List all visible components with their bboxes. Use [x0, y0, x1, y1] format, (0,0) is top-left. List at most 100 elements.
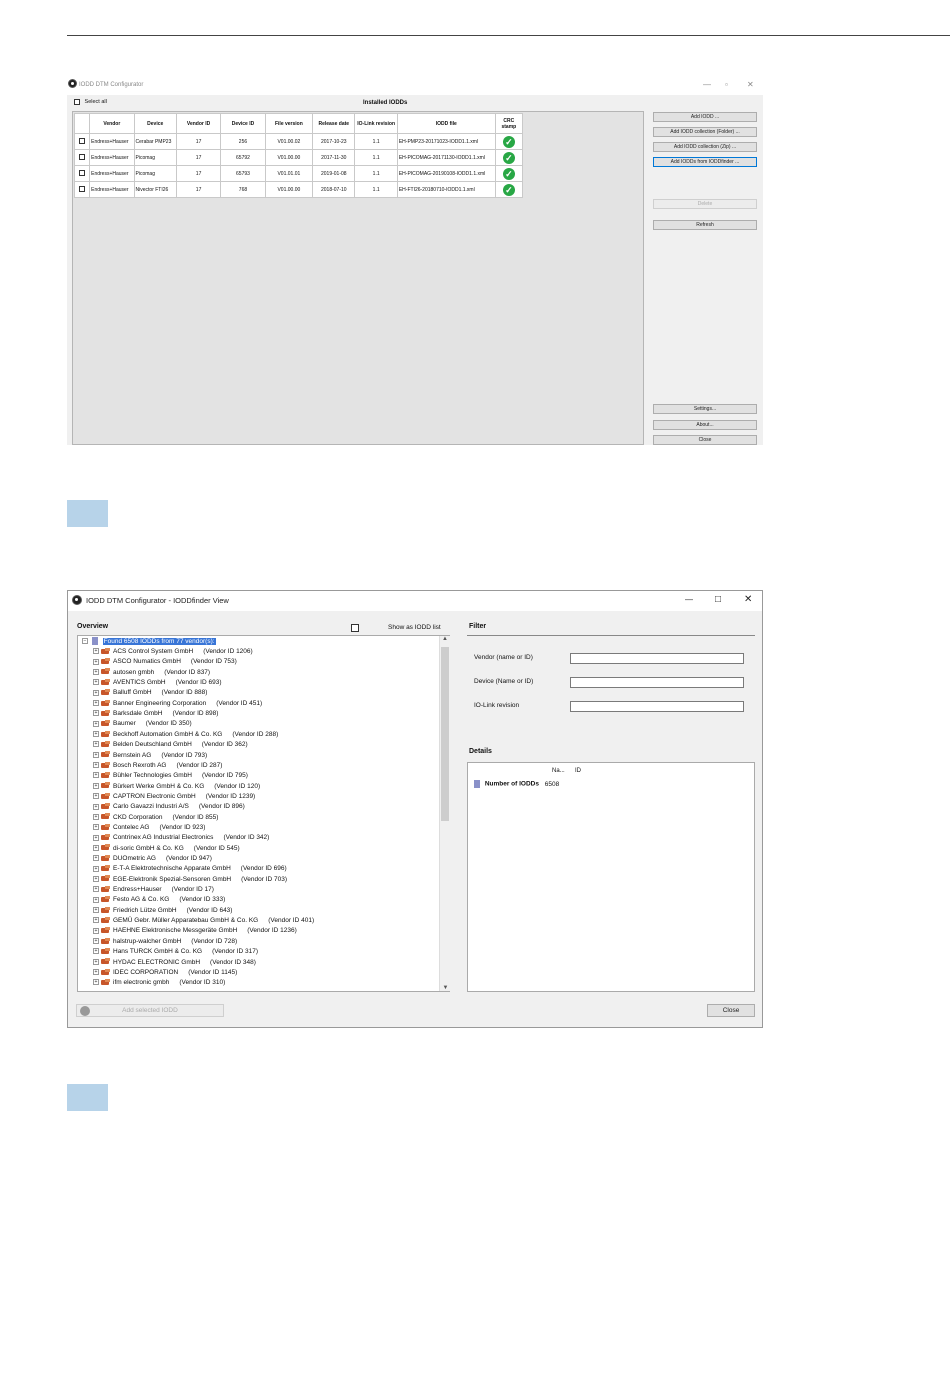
expand-icon[interactable]: + [93, 751, 99, 758]
expand-icon[interactable]: + [93, 855, 99, 862]
details-col-name[interactable]: Na... [552, 768, 565, 774]
vendor-tree-item[interactable]: + Contelec AG (Vendor ID 923) [93, 823, 205, 833]
delete-button[interactable]: Delete [653, 199, 757, 209]
col-header-vendor-id[interactable]: Vendor ID [175, 113, 222, 134]
vendor-tree-item[interactable]: + Belden Deutschland GmbH (Vendor ID 362) [93, 740, 248, 750]
vendor-tree-item[interactable]: + ifm electronic gmbh (Vendor ID 310) [93, 978, 225, 988]
add-iodd-button[interactable]: Add IODD ... [653, 112, 757, 122]
close-icon[interactable]: ✕ [747, 80, 754, 89]
col-header-crc-stamp[interactable]: CRC stamp [494, 113, 524, 134]
expand-icon[interactable]: + [93, 782, 99, 789]
select-all-checkbox-row[interactable]: Select all [74, 99, 107, 105]
vendor-tree-item[interactable]: + CKD Corporation (Vendor ID 855) [93, 813, 218, 823]
table-row[interactable]: Endress+Hauser Picomag 17 65792 V01.00.0… [73, 149, 524, 166]
expand-icon[interactable]: + [93, 979, 99, 986]
vendor-tree-item[interactable]: + Contrinex AG Industrial Electronics (Ven… [93, 833, 269, 843]
expand-icon[interactable]: + [93, 648, 99, 655]
table-row[interactable]: Endress+Hauser Cerabar PMP23 17 256 V01.… [73, 133, 524, 150]
vendor-tree-item[interactable]: + Bosch Rexroth AG (Vendor ID 287) [93, 761, 222, 771]
refresh-button[interactable]: Refresh [653, 220, 757, 230]
row-checkbox[interactable] [79, 170, 86, 177]
expand-icon[interactable]: + [93, 969, 99, 976]
table-row[interactable]: Endress+Hauser Nivector FTI26 17 768 V01… [73, 181, 524, 198]
expand-icon[interactable]: + [93, 927, 99, 934]
vendor-tree-item[interactable]: + DUOmetric AG (Vendor ID 947) [93, 854, 212, 864]
vendor-tree-item[interactable]: + Festo AG & Co. KG (Vendor ID 333) [93, 895, 225, 905]
expand-icon[interactable]: + [93, 710, 99, 717]
expand-icon[interactable]: + [93, 741, 99, 748]
expand-icon[interactable]: + [93, 875, 99, 882]
minimize-icon[interactable]: — [685, 595, 693, 604]
vendor-tree-item[interactable]: + Bühler Technologies GmbH (Vendor ID 795) [93, 771, 248, 781]
expand-icon[interactable]: + [93, 886, 99, 893]
vendor-tree-item[interactable]: + AVENTICS GmbH (Vendor ID 693) [93, 678, 222, 688]
row-checkbox[interactable] [79, 138, 86, 145]
maximize-icon[interactable]: ▫ [725, 80, 728, 89]
expand-icon[interactable]: + [93, 844, 99, 851]
vendor-tree-item[interactable]: + Barksdale GmbH (Vendor ID 898) [93, 709, 218, 719]
expand-icon[interactable]: + [93, 803, 99, 810]
vendor-tree-item[interactable]: + HAEHNE Elektronische Messgeräte GmbH (Ve… [93, 926, 297, 936]
add-from-ioddfinder-button[interactable]: Add IODDs from IODDfinder ... [653, 157, 757, 167]
vendor-tree-item[interactable]: + Bürkert Werke GmbH & Co. KG (Vendor ID 1… [93, 782, 260, 792]
expand-icon[interactable]: + [93, 689, 99, 696]
vendor-tree-item[interactable]: + Beckhoff Automation GmbH & Co. KG (Vendo… [93, 730, 278, 740]
expand-icon[interactable]: + [93, 917, 99, 924]
vendor-tree-item[interactable]: + Friedrich Lütze GmbH (Vendor ID 643) [93, 906, 232, 916]
expand-icon[interactable]: + [93, 948, 99, 955]
expand-icon[interactable]: + [93, 679, 99, 686]
vendor-tree-item[interactable]: + autosen gmbh (Vendor ID 837) [93, 668, 210, 678]
expand-icon[interactable]: + [93, 720, 99, 727]
close-button[interactable]: Close [653, 435, 757, 445]
row-checkbox[interactable] [79, 154, 86, 161]
expand-icon[interactable]: + [93, 834, 99, 841]
about-button[interactable]: About... [653, 420, 757, 430]
tree-scrollbar[interactable]: ▲ ▼ [439, 636, 450, 991]
expand-icon[interactable]: + [93, 731, 99, 738]
col-header-iodd-file[interactable]: IODD file [396, 113, 496, 134]
vendor-tree-item[interactable]: + Bernstein AG (Vendor ID 793) [93, 751, 207, 761]
expand-icon[interactable]: + [93, 907, 99, 914]
expand-icon[interactable]: + [93, 793, 99, 800]
expand-icon[interactable]: + [93, 824, 99, 831]
col-header-device[interactable]: Device [133, 113, 177, 134]
details-col-id[interactable]: ID [575, 768, 581, 774]
table-row[interactable]: Endress+Hauser Picomag 17 65793 V01.01.0… [73, 165, 524, 182]
expand-icon[interactable]: + [93, 762, 99, 769]
iolink-revision-filter-input[interactable] [570, 701, 744, 712]
row-checkbox[interactable] [79, 186, 86, 193]
col-header-vendor[interactable]: Vendor [89, 113, 135, 134]
add-zip-collection-button[interactable]: Add IODD collection (Zip) ... [653, 142, 757, 152]
expand-icon[interactable]: + [93, 938, 99, 945]
vendor-tree-item[interactable]: + di-soric GmbH & Co. KG (Vendor ID 545) [93, 844, 240, 854]
expand-icon[interactable]: + [93, 813, 99, 820]
vendor-tree-item[interactable]: + Carlo Gavazzi Industri A/S (Vendor ID 89… [93, 802, 245, 812]
expand-icon[interactable]: + [93, 896, 99, 903]
close-button[interactable]: Close [707, 1004, 755, 1017]
collapse-icon[interactable]: − [82, 638, 88, 645]
close-icon[interactable]: ✕ [744, 594, 752, 605]
vendor-tree-item[interactable]: + Baumer (Vendor ID 350) [93, 719, 192, 729]
vendor-tree-item[interactable]: + Endress+Hauser (Vendor ID 17) [93, 885, 214, 895]
maximize-icon[interactable]: □ [715, 594, 721, 605]
vendor-tree-item[interactable]: + HYDAC ELECTRONIC GmbH (Vendor ID 348) [93, 958, 256, 968]
vendor-tree-item[interactable]: + Banner Engineering Corporation (Vendor I… [93, 699, 262, 709]
col-header-iolink-revision[interactable]: IO-Link revision [354, 113, 398, 134]
vendor-tree-item[interactable]: + E-T-A Elektrotechnische Apparate GmbH (V… [93, 864, 287, 874]
col-header-release-date[interactable]: Release date [312, 113, 356, 134]
tree-root[interactable]: − Found 6508 IODDs from 77 vendor(s): [82, 637, 216, 647]
expand-icon[interactable]: + [93, 658, 99, 665]
expand-icon[interactable]: + [93, 865, 99, 872]
vendor-tree-item[interactable]: + halstrup-walcher GmbH (Vendor ID 728) [93, 937, 237, 947]
expand-icon[interactable]: + [93, 772, 99, 779]
expand-icon[interactable]: + [93, 668, 99, 675]
col-header-device-id[interactable]: Device ID [220, 113, 266, 134]
scroll-up-icon[interactable]: ▲ [440, 636, 450, 642]
add-folder-collection-button[interactable]: Add IODD collection (Folder) ... [653, 127, 757, 137]
minimize-icon[interactable]: — [703, 80, 711, 89]
expand-icon[interactable]: + [93, 700, 99, 707]
vendor-tree-item[interactable]: + ASCO Numatics GmbH (Vendor ID 753) [93, 657, 237, 667]
vendor-filter-input[interactable] [570, 653, 744, 664]
select-all-checkbox[interactable] [74, 99, 80, 105]
show-as-list-checkbox[interactable] [351, 624, 359, 632]
